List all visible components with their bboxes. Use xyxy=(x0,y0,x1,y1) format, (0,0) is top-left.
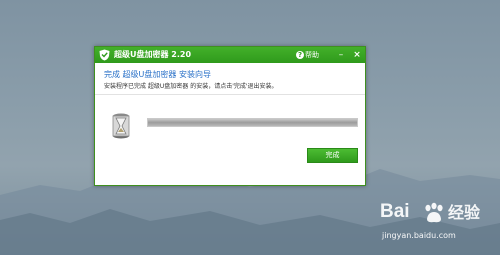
help-icon: ? xyxy=(296,51,304,59)
minimize-button[interactable]: – xyxy=(335,49,347,61)
close-button[interactable]: × xyxy=(351,49,363,61)
baidu-jingyan-watermark: Bai 经验 jingyan.baidu.com xyxy=(380,201,495,251)
progress-bar xyxy=(147,118,358,127)
desktop-background: 超级U盘加密器 2.20 ? 帮助 – × 完成 超级U盘加密器 安装向导 安装程… xyxy=(0,0,500,255)
window-title: 超级U盘加密器 2.20 xyxy=(114,50,192,59)
installer-window: 超级U盘加密器 2.20 ? 帮助 – × 完成 超级U盘加密器 安装向导 安装程… xyxy=(94,46,366,186)
watermark-jingyan: 经验 xyxy=(448,203,481,222)
help-button[interactable]: ? 帮助 xyxy=(296,49,319,61)
wizard-description: 安装程序已完成 超级U盘加密器 的安装，请点击'完成'退出安装。 xyxy=(104,83,278,90)
progress-fill xyxy=(148,119,357,126)
watermark-url: jingyan.baidu.com xyxy=(382,231,456,240)
header-divider xyxy=(95,94,365,95)
wizard-heading: 完成 超级U盘加密器 安装向导 xyxy=(104,70,211,79)
paw-icon xyxy=(425,202,443,223)
hourglass-icon xyxy=(112,113,130,139)
title-bar[interactable]: 超级U盘加密器 2.20 ? 帮助 – × xyxy=(95,47,365,63)
help-label: 帮助 xyxy=(305,51,319,59)
shield-icon xyxy=(99,49,110,61)
finish-button[interactable]: 完成 xyxy=(307,148,358,163)
watermark-brand: Bai xyxy=(380,201,410,222)
